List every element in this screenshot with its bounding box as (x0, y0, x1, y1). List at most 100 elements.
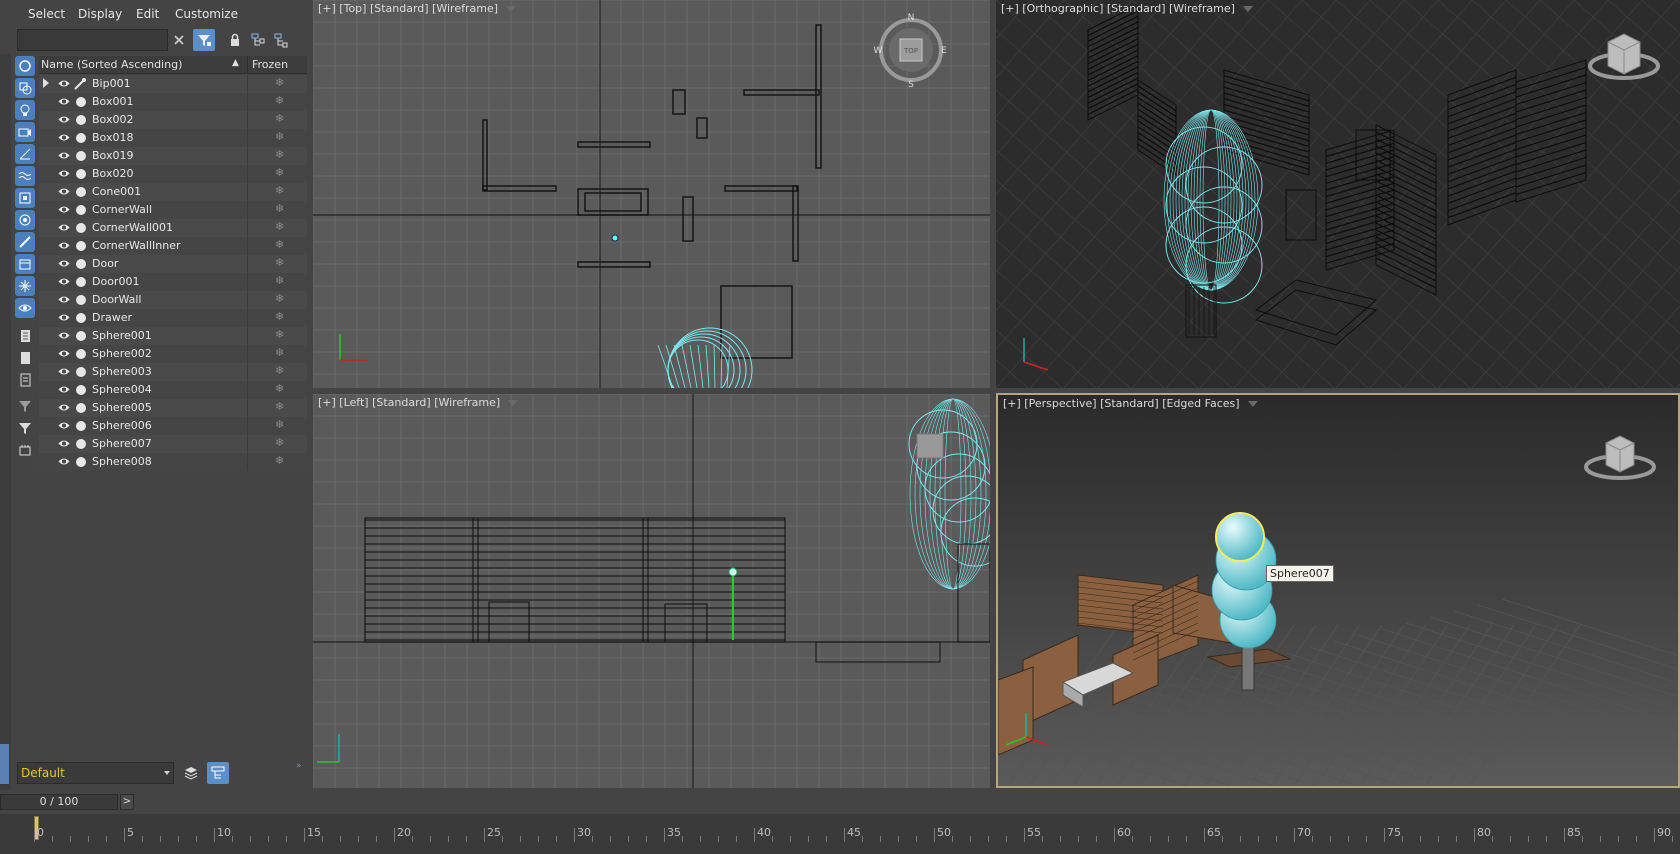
frozen-cell[interactable]: ❄ (247, 273, 307, 291)
visibility-eye-icon[interactable] (58, 223, 70, 232)
viewport-orthographic[interactable]: [+] [Orthographic] [Standard] [Wireframe… (996, 0, 1680, 388)
visibility-eye-icon[interactable] (58, 295, 70, 304)
visibility-eye-icon[interactable] (58, 205, 70, 214)
list-item[interactable]: Door001 ❄ (39, 273, 307, 291)
viewport-left-label[interactable]: [+] [Left] [Standard] [Wireframe] (318, 396, 519, 409)
time-slider[interactable]: 0 / 100 (0, 794, 118, 810)
selection-set-icon[interactable] (15, 440, 35, 460)
frozen-cell[interactable]: ❄ (247, 345, 307, 363)
list-item[interactable]: Sphere001 ❄ (39, 327, 307, 345)
expand-arrow-icon[interactable] (43, 78, 49, 88)
visibility-eye-icon[interactable] (58, 313, 70, 322)
helpers-filter-icon[interactable] (15, 144, 35, 164)
frozen-cell[interactable]: ❄ (247, 327, 307, 345)
list-item[interactable]: Sphere005 ❄ (39, 399, 307, 417)
visibility-eye-icon[interactable] (58, 115, 70, 124)
frozen-filter-icon[interactable] (15, 276, 35, 296)
viewport-filter-icon[interactable] (1247, 401, 1258, 407)
list-item[interactable]: Sphere007 ❄ (39, 435, 307, 453)
frozen-cell[interactable]: ❄ (247, 309, 307, 327)
list-item[interactable]: DoorWall ❄ (39, 291, 307, 309)
visibility-eye-icon[interactable] (58, 259, 70, 268)
visibility-eye-icon[interactable] (58, 151, 70, 160)
viewport-perspective[interactable]: [+] [Perspective] [Standard] [Edged Face… (996, 393, 1680, 788)
visibility-eye-icon[interactable] (58, 331, 70, 340)
list-item[interactable]: CornerWallInner ❄ (39, 237, 307, 255)
frozen-cell[interactable]: ❄ (247, 75, 307, 93)
clear-search-button[interactable] (168, 29, 190, 51)
visibility-eye-icon[interactable] (58, 241, 70, 250)
layer-hierarchy-button[interactable] (270, 29, 292, 51)
frozen-cell[interactable]: ❄ (247, 165, 307, 183)
filter-funnel-icon[interactable] (15, 418, 35, 438)
list-item[interactable]: Bip001 ❄ (39, 75, 307, 93)
lock-button[interactable] (224, 29, 246, 51)
list-item[interactable]: Cone001 ❄ (39, 183, 307, 201)
menu-display[interactable]: Display (78, 7, 122, 21)
xrefs-filter-icon[interactable] (15, 210, 35, 230)
bones-filter-icon[interactable] (15, 232, 35, 252)
list-item[interactable]: CornerWall ❄ (39, 201, 307, 219)
list-item[interactable]: Box019 ❄ (39, 147, 307, 165)
column-frozen-header[interactable]: Frozen (247, 56, 307, 74)
invert-display-icon[interactable] (15, 370, 35, 390)
viewport-ortho-label[interactable]: [+] [Orthographic] [Standard] [Wireframe… (1001, 2, 1253, 15)
frozen-cell[interactable]: ❄ (247, 363, 307, 381)
list-item[interactable]: Sphere004 ❄ (39, 381, 307, 399)
visibility-eye-icon[interactable] (58, 277, 70, 286)
frozen-cell[interactable]: ❄ (247, 183, 307, 201)
frozen-cell[interactable]: ❄ (247, 147, 307, 165)
menu-edit[interactable]: Edit (136, 7, 159, 21)
list-item[interactable]: Drawer ❄ (39, 309, 307, 327)
column-name-header[interactable]: Name (Sorted Ascending) (41, 58, 182, 71)
dock-handle[interactable] (0, 744, 9, 784)
frozen-cell[interactable]: ❄ (247, 417, 307, 435)
hierarchy-button[interactable] (247, 29, 269, 51)
frozen-cell[interactable]: ❄ (247, 453, 307, 471)
list-item[interactable]: Sphere003 ❄ (39, 363, 307, 381)
list-item[interactable]: Door ❄ (39, 255, 307, 273)
sort-by-hierarchy-button[interactable] (207, 762, 229, 784)
menu-select[interactable]: Select (28, 7, 65, 21)
list-item[interactable]: Box018 ❄ (39, 129, 307, 147)
visibility-eye-icon[interactable] (58, 349, 70, 358)
list-item[interactable]: Box020 ❄ (39, 165, 307, 183)
visibility-eye-icon[interactable] (58, 385, 70, 394)
visibility-eye-icon[interactable] (58, 169, 70, 178)
visibility-eye-icon[interactable] (58, 97, 70, 106)
list-item[interactable]: Sphere008 ❄ (39, 453, 307, 471)
visibility-eye-icon[interactable] (58, 367, 70, 376)
list-item[interactable]: Sphere002 ❄ (39, 345, 307, 363)
frozen-cell[interactable]: ❄ (247, 93, 307, 111)
frozen-cell[interactable]: ❄ (247, 201, 307, 219)
display-all-icon[interactable] (15, 326, 35, 346)
visibility-eye-icon[interactable] (58, 457, 70, 466)
visibility-eye-icon[interactable] (58, 421, 70, 430)
viewport-top[interactable]: [+] [Top] [Standard] [Wireframe] TOP N S… (313, 0, 990, 388)
viewcube[interactable] (1584, 20, 1664, 90)
list-item[interactable]: CornerWall001 ❄ (39, 219, 307, 237)
menu-customize[interactable]: Customize (175, 7, 238, 21)
filter-funnel-alt-icon[interactable] (15, 396, 35, 416)
visibility-eye-icon[interactable] (58, 439, 70, 448)
shapes-filter-icon[interactable] (15, 78, 35, 98)
hidden-filter-icon[interactable] (15, 298, 35, 318)
list-item[interactable]: Sphere006 ❄ (39, 417, 307, 435)
search-input[interactable] (17, 29, 168, 51)
layer-explorer-button[interactable] (180, 762, 202, 784)
visibility-eye-icon[interactable] (58, 133, 70, 142)
containers-filter-icon[interactable] (15, 254, 35, 274)
visibility-eye-icon[interactable] (58, 187, 70, 196)
frozen-cell[interactable]: ❄ (247, 255, 307, 273)
geometry-filter-icon[interactable] (15, 56, 35, 76)
display-none-icon[interactable] (15, 348, 35, 368)
viewcube-compass[interactable]: TOP N S E W (873, 12, 949, 88)
filter-toggle-button[interactable] (193, 29, 215, 51)
frozen-cell[interactable]: ❄ (247, 111, 307, 129)
frozen-cell[interactable]: ❄ (247, 219, 307, 237)
frozen-cell[interactable]: ❄ (247, 435, 307, 453)
visibility-eye-icon[interactable] (58, 79, 70, 88)
list-item[interactable]: Box001 ❄ (39, 93, 307, 111)
visibility-eye-icon[interactable] (58, 403, 70, 412)
collapse-panel-icon[interactable]: » (296, 761, 302, 771)
